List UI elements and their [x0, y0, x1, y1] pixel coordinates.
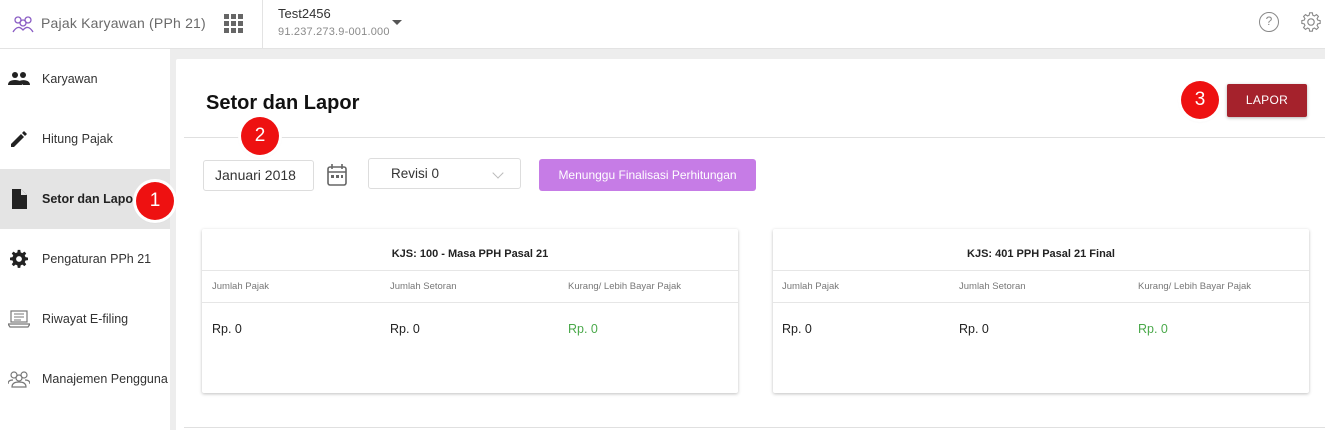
column-header: Jumlah Pajak	[212, 281, 270, 292]
revision-value: Revisi 0	[391, 166, 440, 181]
people-logo-icon	[12, 16, 34, 33]
users-icon	[8, 368, 30, 390]
title-divider	[184, 137, 1325, 138]
panel-divider	[202, 302, 738, 303]
people-icon	[8, 68, 30, 90]
panel-title: KJS: 401 PPH Pasal 21 Final	[967, 248, 1115, 260]
tax-panel-kjs-100: KJS: 100 - Masa PPH Pasal 21 Jumlah Paja…	[202, 229, 738, 393]
sidebar-item-label: Manajemen Pengguna	[42, 372, 168, 386]
calendar-icon[interactable]	[327, 164, 347, 186]
company-npwp: 91.237.273.9-001.000	[278, 26, 390, 38]
sidebar-item-manajemen-pengguna[interactable]: Manajemen Pengguna	[0, 349, 170, 409]
document-icon	[8, 188, 30, 210]
caret-down-icon[interactable]	[392, 20, 402, 25]
panel-divider	[773, 270, 1309, 271]
tax-panel-kjs-401: KJS: 401 PPH Pasal 21 Final Jumlah Pajak…	[773, 229, 1309, 393]
step-badge-1: 1	[136, 182, 174, 220]
kurang-lebih-bayar-value: Rp. 0	[568, 322, 598, 336]
pencil-icon	[8, 128, 30, 150]
sidebar-item-pengaturan-pph21[interactable]: Pengaturan PPh 21	[0, 229, 170, 289]
chevron-down-icon	[492, 167, 504, 179]
column-header: Jumlah Pajak	[782, 281, 840, 292]
top-bar: Pajak Karyawan (PPh 21) Test2456 91.237.…	[0, 0, 1325, 49]
gear-icon	[8, 248, 30, 270]
status-button[interactable]: Menunggu Finalisasi Perhitungan	[539, 159, 756, 191]
sidebar-item-riwayat-efiling[interactable]: Riwayat E-filing	[0, 289, 170, 349]
column-header: Kurang/ Lebih Bayar Pajak	[1138, 281, 1252, 292]
sidebar-item-label: Riwayat E-filing	[42, 312, 129, 326]
sidebar-item-label: Pengaturan PPh 21	[42, 252, 152, 266]
main-content: Setor dan Lapor LAPOR Januari 2018 Revis…	[176, 59, 1325, 430]
panel-title: KJS: 100 - Masa PPH Pasal 21	[391, 248, 549, 260]
company-name: Test2456	[278, 6, 331, 21]
lapor-button[interactable]: LAPOR	[1227, 84, 1307, 117]
jumlah-setoran-value: Rp. 0	[959, 322, 989, 336]
sidebar-item-hitung-pajak[interactable]: Hitung Pajak	[0, 109, 170, 169]
header-divider	[262, 0, 263, 49]
jumlah-pajak-value: Rp. 0	[212, 322, 242, 336]
help-icon[interactable]: ?	[1259, 12, 1279, 32]
jumlah-pajak-value: Rp. 0	[782, 322, 812, 336]
page-title: Setor dan Lapor	[206, 92, 360, 114]
sidebar: Karyawan Hitung Pajak Setor dan Lapor Pe…	[0, 49, 170, 430]
laptop-icon	[8, 308, 30, 330]
sidebar-item-label: Setor dan Lapor	[42, 192, 138, 206]
panel-divider	[202, 270, 738, 271]
panel-divider	[773, 302, 1309, 303]
step-badge-3: 3	[1181, 81, 1219, 119]
bottom-divider	[184, 427, 1325, 428]
app-title: Pajak Karyawan (PPh 21)	[41, 15, 206, 31]
step-badge-2: 2	[241, 117, 279, 155]
revision-select[interactable]: Revisi 0	[368, 158, 521, 189]
column-header: Jumlah Setoran	[959, 281, 1026, 292]
column-header: Jumlah Setoran	[390, 281, 457, 292]
kurang-lebih-bayar-value: Rp. 0	[1138, 322, 1168, 336]
jumlah-setoran-value: Rp. 0	[390, 322, 420, 336]
sidebar-item-label: Hitung Pajak	[42, 132, 113, 146]
period-input[interactable]: Januari 2018	[203, 160, 314, 191]
sidebar-item-label: Karyawan	[42, 72, 98, 86]
settings-gear-icon[interactable]	[1300, 11, 1322, 33]
column-header: Kurang/ Lebih Bayar Pajak	[568, 281, 682, 292]
apps-grid-icon[interactable]	[224, 14, 243, 33]
sidebar-item-karyawan[interactable]: Karyawan	[0, 49, 170, 109]
